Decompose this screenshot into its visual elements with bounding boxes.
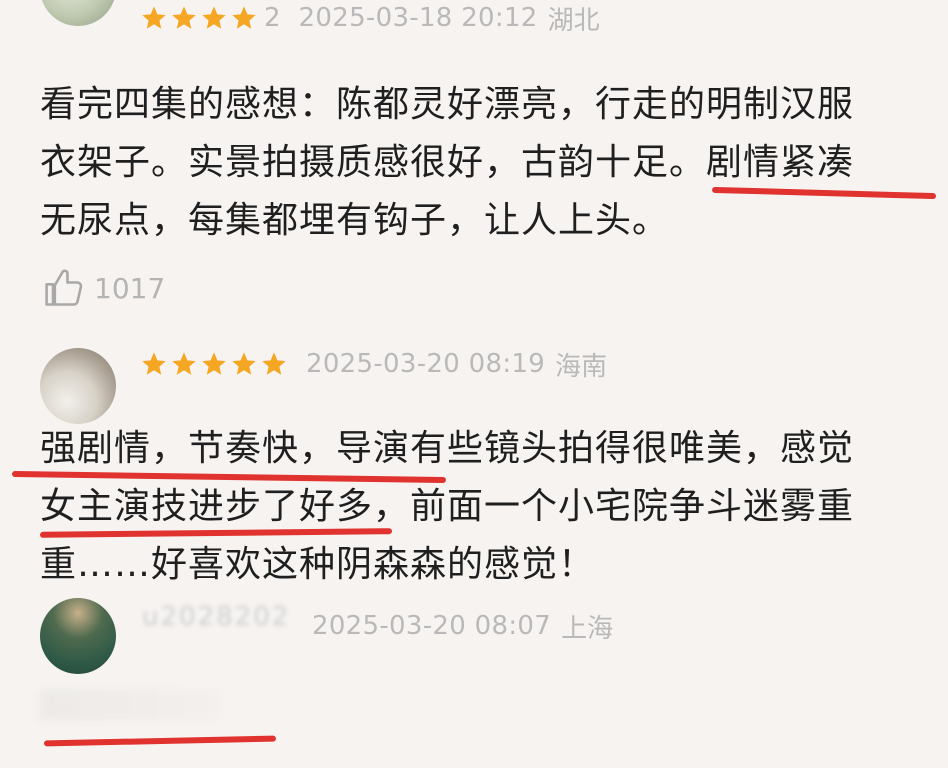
user-avatar[interactable] (40, 0, 116, 26)
star-icon (140, 4, 168, 32)
comment-time: 2025-03-18 20:12 (298, 3, 538, 33)
like-button[interactable]: 1017 (42, 266, 165, 310)
comment-meta: 2025-03-20 08:07 上海 (312, 606, 613, 646)
user-avatar[interactable] (40, 598, 116, 674)
comment-text: 强剧情，节奏快，导演有些镜头拍得很唯美，感觉 女主演技进步了好多，前面一个小宅院… (40, 420, 920, 594)
comment-time: 2025-03-20 08:19 (306, 349, 546, 379)
comment-line: 强剧情，节奏快，导演有些镜头拍得很唯美，感觉 (40, 428, 855, 469)
like-count: 1017 (94, 271, 166, 305)
comment-text: 看完四集的感想：陈都灵好漂亮，行走的明制汉服 衣架子。实景拍摄质感很好，古韵十足… (40, 76, 920, 250)
comment-line: 重……好喜欢这种阴森森的感觉！ (40, 544, 596, 585)
rating-extra: 2 (264, 3, 281, 33)
star-icon (200, 4, 228, 32)
star-icon (260, 350, 288, 378)
star-icon (170, 350, 198, 378)
comment-meta: 2 2025-03-18 20:12 湖北 (140, 0, 600, 38)
comment-meta: 2025-03-20 08:19 海南 (140, 344, 607, 384)
comment-line: 女主演技进步了好多，前面一个小宅院争斗迷雾重 (40, 486, 855, 527)
comment-line: 衣架子。实景拍摄质感很好，古韵十足。剧情紧凑 (40, 142, 855, 183)
star-icon (230, 4, 258, 32)
username-blurred: u2028202 (142, 602, 291, 632)
star-icon (140, 350, 168, 378)
comment-location: 湖北 (547, 5, 600, 36)
star-icon (230, 350, 258, 378)
star-rating (140, 350, 288, 378)
user-avatar[interactable] (40, 348, 116, 424)
thumbs-up-icon (45, 269, 83, 306)
highlight-underline (43, 735, 277, 747)
comment-location: 海南 (555, 351, 608, 382)
comment-line: 看完四集的感想：陈都灵好漂亮，行走的明制汉服 (40, 84, 855, 125)
star-icon (200, 350, 228, 378)
comment-line: 无尿点，每集都埋有钩子，让人上头。 (40, 200, 670, 241)
comment-location: 上海 (561, 613, 614, 644)
star-rating: 2 (140, 3, 281, 33)
blurred-text (40, 690, 220, 720)
star-icon (170, 4, 198, 32)
comment-time: 2025-03-20 08:07 (312, 611, 552, 641)
